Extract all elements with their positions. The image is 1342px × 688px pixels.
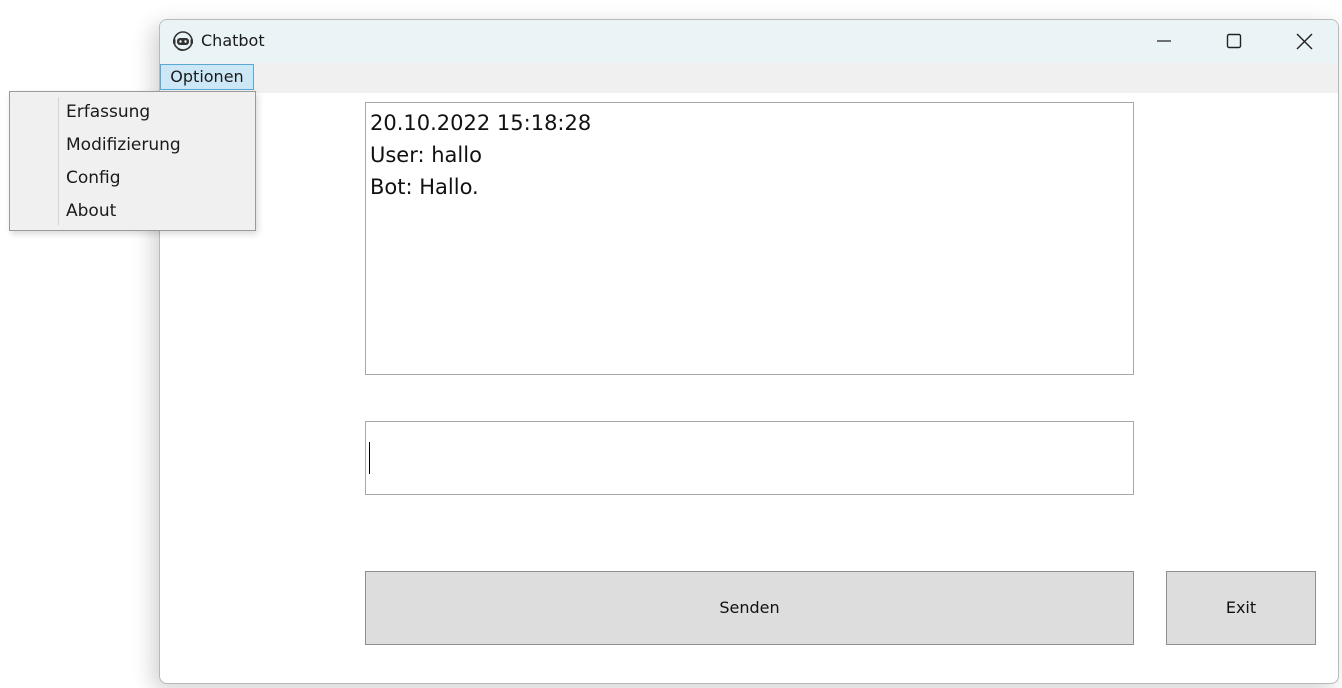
menu-item-modifizierung[interactable]: Modifizierung xyxy=(66,130,181,160)
menu-item-erfassung[interactable]: Erfassung xyxy=(66,97,150,127)
close-icon xyxy=(1296,33,1313,50)
minimize-icon xyxy=(1157,40,1171,42)
robot-headset-icon xyxy=(173,31,193,52)
maximize-button[interactable] xyxy=(1199,20,1269,63)
exit-button[interactable]: Exit xyxy=(1166,571,1316,645)
chat-log[interactable]: 20.10.2022 15:18:28 User: hallo Bot: Hal… xyxy=(365,102,1134,375)
menu-item-config[interactable]: Config xyxy=(66,163,121,193)
menu-optionen[interactable]: Optionen xyxy=(160,64,254,90)
close-button[interactable] xyxy=(1269,20,1338,63)
title-bar[interactable]: Chatbot xyxy=(160,20,1338,63)
menu-bar: Optionen xyxy=(160,63,1338,93)
window-title: Chatbot xyxy=(201,31,265,50)
menu-item-about[interactable]: About xyxy=(66,196,116,226)
optionen-dropdown-menu: Erfassung Modifizierung Config About xyxy=(9,91,256,231)
text-caret xyxy=(369,442,370,474)
menu-gutter-divider xyxy=(58,97,59,225)
maximize-icon xyxy=(1226,33,1242,49)
message-input[interactable] xyxy=(365,421,1134,495)
chat-timestamp: 20.10.2022 15:18:28 xyxy=(370,111,592,135)
chat-bot-message: Bot: Hallo. xyxy=(370,175,479,199)
chat-user-message: User: hallo xyxy=(370,143,482,167)
chatbot-window: Chatbot Optionen 20.10.2022 15:18:28 Use… xyxy=(159,19,1339,684)
minimize-button[interactable] xyxy=(1129,20,1199,63)
send-button[interactable]: Senden xyxy=(365,571,1134,645)
